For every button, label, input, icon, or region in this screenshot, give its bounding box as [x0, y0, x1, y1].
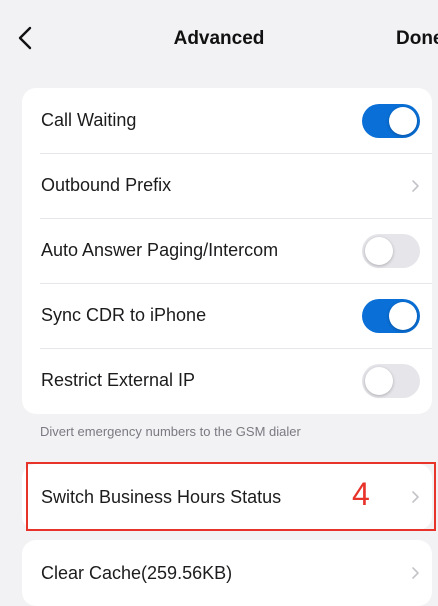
restrict-external-ip-label: Restrict External IP	[41, 370, 196, 390]
settings-card: Call Waiting Outbound Prefix Auto Answer…	[22, 88, 432, 414]
chevron-right-icon	[412, 179, 419, 192]
call-waiting-label: Call Waiting	[41, 110, 137, 130]
call-waiting-row: Call Waiting	[22, 88, 432, 153]
auto-answer-row: Auto Answer Paging/Intercom	[22, 218, 432, 283]
restrict-external-ip-row: Restrict External IP	[22, 348, 432, 413]
outbound-prefix-label: Outbound Prefix	[41, 175, 172, 195]
toggle-knob	[389, 301, 417, 330]
toggle-knob	[389, 106, 417, 135]
toggle-knob	[365, 236, 393, 265]
navigation-bar: Advanced Done	[0, 0, 438, 76]
done-button[interactable]: Done	[396, 28, 438, 50]
auto-answer-toggle[interactable]	[362, 233, 420, 268]
sync-cdr-row: Sync CDR to iPhone	[22, 283, 432, 348]
clear-cache-label: Clear Cache(259.56KB)	[41, 562, 233, 583]
sync-cdr-label: Sync CDR to iPhone	[41, 305, 207, 325]
outbound-prefix-row[interactable]: Outbound Prefix	[22, 153, 432, 218]
clear-cache-card: Clear Cache(259.56KB)	[22, 540, 432, 606]
call-waiting-toggle[interactable]	[362, 103, 420, 138]
chevron-right-icon	[412, 567, 419, 579]
annotation-step-number: 4	[352, 476, 370, 512]
auto-answer-label: Auto Answer Paging/Intercom	[41, 240, 279, 260]
emergency-footnote: Divert emergency numbers to the GSM dial…	[40, 424, 301, 439]
toggle-knob	[365, 366, 393, 395]
page-title: Advanced	[173, 28, 265, 49]
restrict-external-ip-toggle[interactable]	[362, 363, 420, 398]
annotation-highlight-box	[26, 462, 436, 531]
sync-cdr-toggle[interactable]	[362, 298, 420, 333]
clear-cache-row[interactable]: Clear Cache(259.56KB)	[22, 540, 432, 606]
